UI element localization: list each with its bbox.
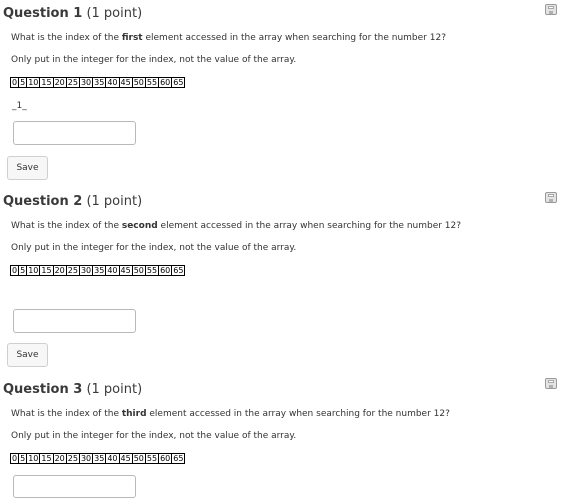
floppy-disk-icon[interactable]	[545, 4, 557, 15]
array-cell: 45	[120, 266, 133, 275]
question-header: Question 2 (1 point)	[3, 194, 142, 209]
array-cell: 65	[173, 78, 184, 87]
question-title: Question 2	[3, 194, 83, 209]
question-instruction: Only put in the integer for the index, n…	[11, 431, 297, 441]
array-cell: 30	[80, 266, 94, 275]
array-cell: 60	[160, 266, 173, 275]
array-cell: 65	[173, 266, 184, 275]
save-button[interactable]: Save	[7, 156, 48, 180]
array-cell: 55	[146, 454, 160, 463]
question-title: Question 1	[3, 6, 83, 21]
array-cell: 55	[146, 266, 160, 275]
array-cell: 25	[67, 266, 80, 275]
question-prompt: What is the index of the third element a…	[11, 409, 450, 419]
answer-text: _1_	[12, 101, 27, 111]
question-title: Question 3	[3, 382, 83, 397]
array-cell: 25	[67, 78, 80, 87]
question-3: Question 3 (1 point) What is the index o…	[0, 378, 576, 501]
answer-input[interactable]	[13, 475, 136, 498]
array-cell: 40	[107, 454, 120, 463]
question-header: Question 3 (1 point)	[3, 382, 142, 397]
question-instruction: Only put in the integer for the index, n…	[11, 243, 297, 253]
array-cell: 20	[54, 78, 67, 87]
array-cell: 5	[20, 78, 28, 87]
array-display: 0 5 10 15 20 25 30 35 40 45 50 55 60 65	[10, 453, 186, 464]
array-cell: 60	[160, 454, 173, 463]
array-cell: 40	[107, 78, 120, 87]
array-cell: 35	[94, 266, 107, 275]
array-cell: 50	[133, 266, 146, 275]
question-points: (1 point)	[86, 194, 143, 209]
question-header: Question 1 (1 point)	[3, 6, 142, 21]
question-instruction: Only put in the integer for the index, n…	[11, 55, 297, 65]
array-cell: 0	[12, 454, 20, 463]
question-points: (1 point)	[86, 6, 143, 21]
save-button[interactable]: Save	[7, 343, 48, 367]
prompt-emphasis: third	[121, 409, 147, 419]
array-cell: 25	[67, 454, 80, 463]
array-cell: 20	[54, 266, 67, 275]
floppy-disk-icon[interactable]	[545, 378, 557, 389]
question-prompt: What is the index of the second element …	[11, 221, 462, 231]
array-cell: 15	[41, 78, 54, 87]
prompt-emphasis: first	[121, 33, 143, 43]
array-cell: 15	[41, 454, 54, 463]
prompt-emphasis: second	[121, 221, 158, 231]
array-cell: 60	[160, 78, 173, 87]
array-cell: 0	[12, 78, 20, 87]
array-cell: 15	[41, 266, 54, 275]
array-cell: 20	[54, 454, 67, 463]
array-cell: 45	[120, 78, 133, 87]
answer-input[interactable]	[13, 309, 136, 333]
array-cell: 45	[120, 454, 133, 463]
array-cell: 40	[107, 266, 120, 275]
array-cell: 65	[173, 454, 184, 463]
floppy-disk-icon[interactable]	[545, 192, 557, 203]
array-cell: 0	[12, 266, 20, 275]
array-cell: 10	[28, 454, 41, 463]
array-cell: 55	[146, 78, 160, 87]
array-cell: 5	[20, 454, 28, 463]
array-cell: 5	[20, 266, 28, 275]
question-points: (1 point)	[86, 382, 143, 397]
array-display: 0 5 10 15 20 25 30 35 40 45 50 55 60 65	[10, 265, 186, 276]
array-cell: 35	[94, 78, 107, 87]
array-display: 0 5 10 15 20 25 30 35 40 45 50 55 60 65	[10, 77, 186, 88]
array-cell: 50	[133, 454, 146, 463]
array-cell: 50	[133, 78, 146, 87]
array-cell: 10	[28, 78, 41, 87]
array-cell: 30	[80, 454, 94, 463]
answer-input[interactable]	[13, 121, 136, 145]
array-cell: 35	[94, 454, 107, 463]
question-1: Question 1 (1 point) What is the index o…	[0, 4, 576, 182]
array-cell: 30	[80, 78, 94, 87]
question-2: Question 2 (1 point) What is the index o…	[0, 192, 576, 370]
array-cell: 10	[28, 266, 41, 275]
question-prompt: What is the index of the first element a…	[11, 33, 446, 43]
